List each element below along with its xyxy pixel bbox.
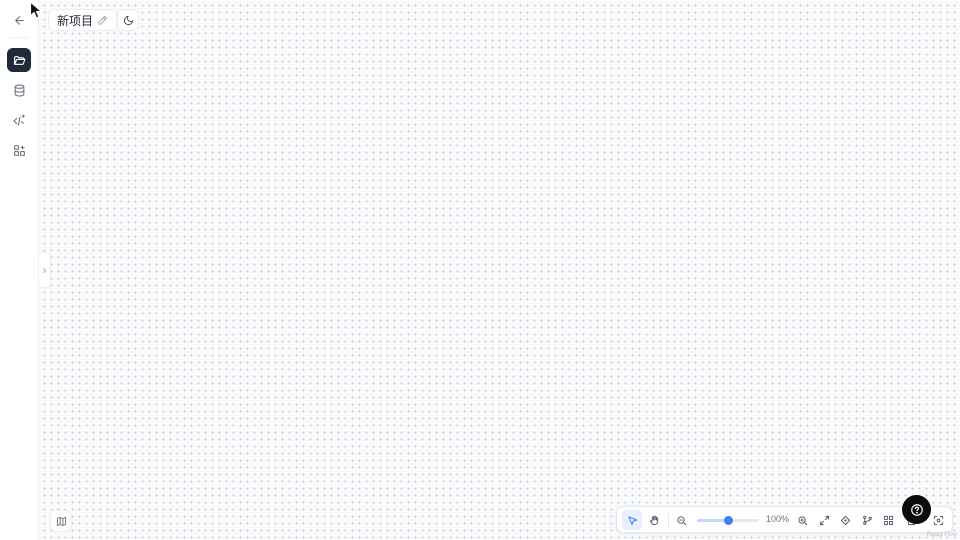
- zoom-in-button[interactable]: [792, 510, 812, 530]
- zoom-slider-thumb[interactable]: [724, 516, 733, 525]
- sidebar-divider: [9, 37, 29, 38]
- diamond-node-icon: [840, 515, 850, 525]
- project-title[interactable]: 新项目: [48, 9, 118, 31]
- hand-pan-icon: [649, 515, 658, 525]
- toolbar-separator: [668, 513, 669, 528]
- focus-button[interactable]: [928, 510, 948, 530]
- zoom-level-label: 100%: [766, 514, 790, 524]
- back-button[interactable]: [7, 8, 31, 32]
- select-pointer-icon: [627, 515, 637, 525]
- flow-canvas[interactable]: [39, 0, 960, 540]
- layout-grid-button[interactable]: [878, 510, 898, 530]
- help-button[interactable]: [902, 495, 931, 524]
- minimap-toggle-button[interactable]: [50, 510, 72, 532]
- map-icon: [56, 516, 66, 526]
- panel-expand-handle[interactable]: [39, 252, 51, 288]
- code-sparkle-icon: [13, 114, 25, 125]
- folder-open-icon: [13, 55, 25, 65]
- sidebar-item-code-ai[interactable]: [7, 108, 31, 132]
- zoom-in-icon: [797, 515, 807, 525]
- help-circle-icon: [910, 503, 923, 516]
- sidebar-item-database[interactable]: [7, 78, 31, 102]
- add-node-button[interactable]: [835, 510, 855, 530]
- pan-tool-button[interactable]: [644, 510, 664, 530]
- zoom-out-button[interactable]: [671, 510, 691, 530]
- sidebar-item-components[interactable]: [7, 138, 31, 162]
- mouse-cursor-icon: [29, 1, 43, 19]
- chevron-right-icon: [43, 267, 47, 273]
- focus-scan-icon: [933, 515, 943, 525]
- zoom-out-icon: [676, 515, 686, 525]
- branch-button[interactable]: [857, 510, 877, 530]
- moon-icon: [123, 15, 133, 25]
- pencil-icon[interactable]: [97, 15, 108, 26]
- zoom-slider[interactable]: [697, 516, 759, 525]
- react-flow-attribution[interactable]: React Flow: [927, 532, 957, 538]
- database-icon: [14, 84, 24, 96]
- fit-view-button[interactable]: [814, 510, 834, 530]
- left-sidebar: [0, 0, 39, 540]
- git-branch-icon: [862, 515, 872, 525]
- grid-icon: [883, 515, 893, 525]
- select-tool-button[interactable]: [622, 510, 642, 530]
- arrow-left-icon: [14, 15, 24, 25]
- fit-expand-icon: [819, 515, 829, 525]
- theme-toggle-button[interactable]: [117, 9, 139, 31]
- shapes-plus-icon: [13, 144, 25, 156]
- sidebar-item-project-files[interactable]: [7, 48, 31, 72]
- project-title-text: 新项目: [57, 13, 94, 28]
